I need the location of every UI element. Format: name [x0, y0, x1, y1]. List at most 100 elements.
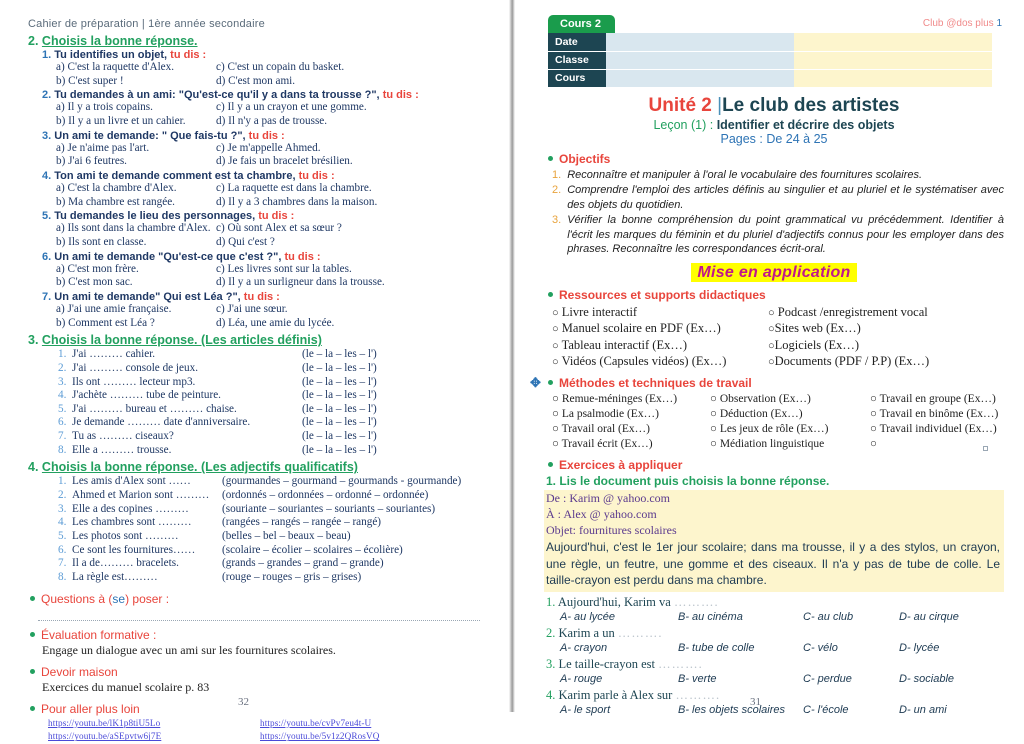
item-choices[interactable]: (le – la – les – l'): [302, 444, 377, 458]
option-d[interactable]: d) Il y a un surligneur dans la trousse.: [216, 276, 488, 290]
ressource-item[interactable]: ○ Podcast /enregistrement vocal: [768, 304, 1004, 321]
item-choices[interactable]: (gourmandes – gourmand – gourmands - gou…: [222, 475, 461, 489]
date-input-cell[interactable]: [606, 33, 794, 52]
radio-circle-icon[interactable]: ○: [870, 408, 877, 420]
mcq-choice-c[interactable]: C- au club: [803, 611, 899, 623]
video-link[interactable]: https://youtu.be/aSEpvtw6j7E: [48, 730, 260, 744]
mcq-choice-b[interactable]: B- tube de colle: [678, 642, 803, 654]
ressource-item[interactable]: ○Sites web (Ex…): [768, 320, 1004, 337]
option-d[interactable]: d) Il y a 3 chambres dans la maison.: [216, 196, 488, 210]
ressource-item[interactable]: ○ Manuel scolaire en PDF (Ex…): [552, 320, 768, 337]
video-link[interactable]: https://youtu.be/lK1p8tiU5Lo: [48, 717, 260, 731]
classe-note-cell[interactable]: [794, 51, 992, 70]
radio-circle-icon[interactable]: ○: [710, 408, 717, 420]
mcq-choice-b[interactable]: B- verte: [678, 673, 803, 685]
radio-circle-icon[interactable]: ○: [552, 323, 559, 335]
radio-circle-icon[interactable]: ○: [710, 438, 717, 450]
radio-circle-icon[interactable]: ○: [552, 307, 559, 319]
mcq-choice-a[interactable]: A- au lycée: [560, 611, 678, 623]
item-choices[interactable]: (le – la – les – l'): [302, 348, 377, 362]
mcq-choice-a[interactable]: A- le sport: [560, 704, 678, 716]
item-choices[interactable]: (scolaire – écolier – scolaires – écoliè…: [222, 544, 403, 558]
radio-circle-icon[interactable]: ○: [870, 438, 877, 450]
methode-item[interactable]: ○ Remue-méninges (Ex…): [552, 392, 710, 407]
mcq-choice-b[interactable]: B- les objets scolaires: [678, 704, 803, 716]
mcq-blank[interactable]: ……….: [674, 595, 719, 609]
option-b[interactable]: b) C'est super !: [56, 75, 216, 89]
item-choices[interactable]: (ordonnés – ordonnées – ordonné – ordonn…: [222, 489, 428, 503]
item-choices[interactable]: (le – la – les – l'): [302, 376, 377, 390]
methode-item[interactable]: ○ Travail oral (Ex…): [552, 422, 710, 437]
ressource-item[interactable]: ○ Vidéos (Capsules vidéos) (Ex…): [552, 353, 768, 370]
radio-circle-icon[interactable]: ○: [768, 356, 775, 368]
radio-circle-icon[interactable]: ○: [768, 340, 775, 352]
classe-input-cell[interactable]: [606, 51, 794, 70]
option-a[interactable]: a) Je n'aime pas l'art.: [56, 142, 216, 156]
mcq-choice-d[interactable]: D- au cirque: [899, 611, 1004, 623]
option-a[interactable]: a) C'est la chambre d'Alex.: [56, 182, 216, 196]
option-c[interactable]: c) Les livres sont sur la tables.: [216, 263, 488, 277]
option-a[interactable]: a) C'est mon frère.: [56, 263, 216, 277]
option-c[interactable]: c) Il y a un crayon et une gomme.: [216, 101, 488, 115]
option-b[interactable]: b) J'ai 6 feutres.: [56, 155, 216, 169]
mcq-blank[interactable]: ……….: [618, 626, 663, 640]
item-choices[interactable]: (le – la – les – l'): [302, 416, 377, 430]
radio-circle-icon[interactable]: ○: [768, 307, 775, 319]
video-link[interactable]: https://youtu.be/cvPv7eu4t-U: [260, 717, 472, 731]
option-a[interactable]: a) C'est la raquette d'Alex.: [56, 61, 216, 75]
radio-circle-icon[interactable]: ○: [552, 393, 559, 405]
resize-handle-icon[interactable]: [983, 445, 988, 451]
item-choices[interactable]: (souriante – souriantes – souriants – so…: [222, 503, 435, 517]
radio-circle-icon[interactable]: ○: [870, 423, 877, 435]
ressource-item[interactable]: ○Documents (PDF / P.P) (Ex…): [768, 353, 1004, 370]
methode-item[interactable]: ○ Travail écrit (Ex…): [552, 437, 710, 452]
option-c[interactable]: c) J'ai une sœur.: [216, 303, 488, 317]
option-d[interactable]: d) Léa, une amie du lycée.: [216, 317, 488, 331]
item-choices[interactable]: (rouge – rouges – gris – grises): [222, 571, 361, 585]
option-a[interactable]: a) J'ai une amie française.: [56, 303, 216, 317]
mcq-choice-c[interactable]: C- perdue: [803, 673, 899, 685]
radio-circle-icon[interactable]: ○: [552, 438, 559, 450]
radio-circle-icon[interactable]: ○: [552, 340, 559, 352]
cours-note-cell[interactable]: [794, 69, 992, 88]
mcq-choice-c[interactable]: C- vélo: [803, 642, 899, 654]
option-c[interactable]: c) Où sont Alex et sa sœur ?: [216, 222, 488, 236]
item-choices[interactable]: (grands – grandes – grand – grande): [222, 557, 384, 571]
option-d[interactable]: d) Je fais un bracelet brésilien.: [216, 155, 488, 169]
mcq-choice-a[interactable]: A- crayon: [560, 642, 678, 654]
radio-circle-icon[interactable]: ○: [552, 408, 559, 420]
mcq-choice-b[interactable]: B- au cinéma: [678, 611, 803, 623]
video-link[interactable]: https://youtu.be/5v1z2QRosVQ: [260, 730, 472, 744]
cours-badge[interactable]: Cours 2: [548, 15, 615, 33]
option-d[interactable]: d) Il n'y a pas de trousse.: [216, 115, 488, 129]
ressource-item[interactable]: ○ Tableau interactif (Ex…): [552, 337, 768, 354]
move-handle-icon[interactable]: ✥: [530, 376, 541, 389]
option-c[interactable]: c) C'est un copain du basket.: [216, 61, 488, 75]
radio-circle-icon[interactable]: ○: [710, 423, 717, 435]
methode-item[interactable]: ○ Les jeux de rôle (Ex…): [710, 422, 870, 437]
radio-circle-icon[interactable]: ○: [552, 423, 559, 435]
radio-circle-icon[interactable]: ○: [552, 356, 559, 368]
methode-item[interactable]: ○ Travail individuel (Ex…): [870, 422, 1004, 437]
item-choices[interactable]: (le – la – les – l'): [302, 362, 377, 376]
option-b[interactable]: b) Ma chambre est rangée.: [56, 196, 216, 210]
ressource-item[interactable]: ○Logiciels (Ex…): [768, 337, 1004, 354]
option-a[interactable]: a) Il y a trois copains.: [56, 101, 216, 115]
cours-input-cell[interactable]: [606, 69, 794, 88]
option-b[interactable]: b) Il y a un livre et un cahier.: [56, 115, 216, 129]
mcq-blank[interactable]: ……….: [658, 657, 703, 671]
item-choices[interactable]: (belles – bel – beaux – beau): [222, 530, 351, 544]
mcq-choice-d[interactable]: D- un ami: [899, 704, 1004, 716]
radio-circle-icon[interactable]: ○: [710, 393, 717, 405]
item-choices[interactable]: (rangées – rangés – rangée – rangé): [222, 516, 381, 530]
option-b[interactable]: b) Ils sont en classe.: [56, 236, 216, 250]
methode-item[interactable]: ○ Observation (Ex…): [710, 392, 870, 407]
item-choices[interactable]: (le – la – les – l'): [302, 389, 377, 403]
option-d[interactable]: d) C'est mon ami.: [216, 75, 488, 89]
item-choices[interactable]: (le – la – les – l'): [302, 430, 377, 444]
ressource-item[interactable]: ○ Livre interactif: [552, 304, 768, 321]
mcq-choice-d[interactable]: D- sociable: [899, 673, 1004, 685]
option-a[interactable]: a) Ils sont dans la chambre d'Alex.: [56, 222, 216, 236]
mcq-blank[interactable]: ……….: [675, 688, 720, 702]
option-c[interactable]: c) Je m'appelle Ahmed.: [216, 142, 488, 156]
